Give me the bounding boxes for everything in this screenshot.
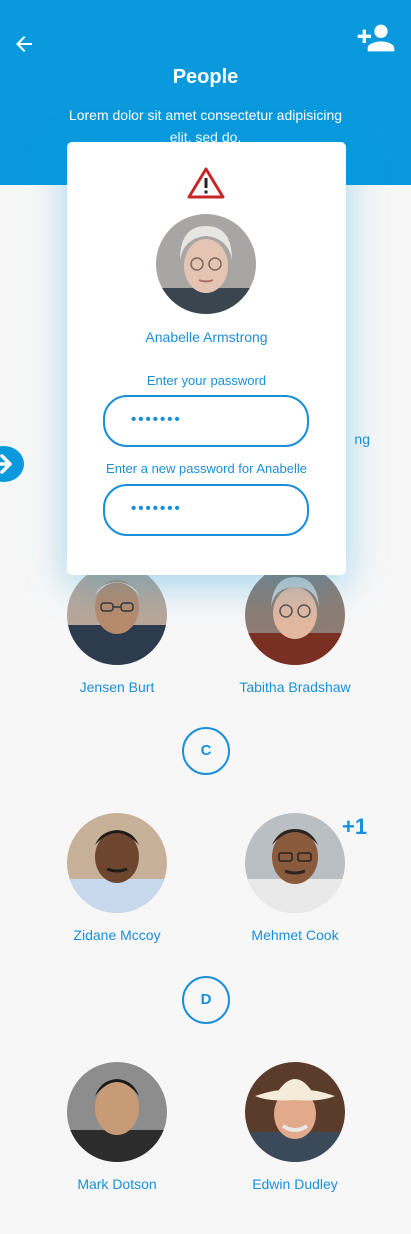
password-value: ••••••• [131,411,182,428]
new-password-label: Enter a new password for Anabelle [106,461,307,476]
back-button[interactable] [12,32,36,56]
password-field[interactable]: ••••••• [103,395,309,447]
add-user-button[interactable] [356,18,396,58]
arrow-left-icon [16,36,32,52]
avatar[interactable] [245,565,345,665]
person-card[interactable]: Mark Dotson [27,1062,207,1192]
warning-icon [187,166,225,200]
avatar[interactable] [67,813,167,913]
person-card[interactable]: Zidane Mccoy [27,813,207,943]
add-user-icon [357,24,395,52]
arrow-right-icon [0,454,12,474]
avatar [156,214,256,314]
person-name: Edwin Dudley [252,1176,338,1192]
avatar[interactable] [245,813,345,913]
avatar[interactable] [67,1062,167,1162]
person-card[interactable]: Jensen Burt [27,565,207,695]
password-label: Enter your password [146,373,267,388]
section-letter-c[interactable]: C [182,727,230,775]
new-password-value: ••••••• [131,500,182,517]
next-button[interactable] [0,446,24,482]
person-name: Tabitha Bradshaw [239,679,351,695]
page-title: People [172,66,239,88]
section-letter-d[interactable]: D [182,976,230,1024]
person-name: Zidane Mccoy [73,927,161,943]
person-card[interactable]: Edwin Dudley [205,1062,385,1192]
avatar[interactable] [67,565,167,665]
avatar[interactable] [245,1062,345,1162]
person-card[interactable]: Tabitha Bradshaw [205,565,385,695]
extra-count-badge: +1 [342,814,368,839]
page-subtitle: Lorem dolor sit amet consectetur adipisi… [68,107,343,144]
person-name: Mark Dotson [77,1176,157,1192]
change-password-dialog: Anabelle Armstrong Enter your password •… [67,142,346,575]
person-name: Jensen Burt [79,679,155,695]
person-name: Mehmet Cook [251,927,339,943]
modal-person-name: Anabelle Armstrong [145,329,268,345]
new-password-field[interactable]: ••••••• [103,484,309,536]
